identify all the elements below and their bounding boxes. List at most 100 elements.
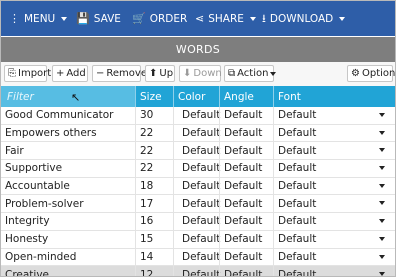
order-button[interactable]: 🛒 ORDER bbox=[132, 1, 187, 36]
angle-cell[interactable]: Default bbox=[219, 177, 273, 195]
size-cell[interactable]: 17 bbox=[135, 195, 173, 213]
color-cell[interactable]: Default bbox=[173, 266, 221, 277]
dropdown-arrow-icon[interactable] bbox=[379, 201, 385, 206]
table-row[interactable]: Supportive 22 Default Default Default bbox=[1, 160, 395, 178]
color-cell-value: Default bbox=[182, 109, 221, 122]
table-row[interactable]: Accountable 18 Default Default Default bbox=[1, 177, 395, 196]
words-toolbar: ⎘ Import + Add − Remove ⬆ Up ⬇ Down ⧉ Ac… bbox=[1, 62, 395, 87]
dropdown-arrow-icon[interactable] bbox=[379, 254, 385, 259]
word-cell[interactable]: Open-minded bbox=[1, 249, 135, 266]
menu-button[interactable]: ⋮ MENU bbox=[9, 1, 68, 36]
size-cell[interactable]: 22 bbox=[135, 142, 173, 160]
table-row[interactable]: Fair 22 Default Default Default bbox=[1, 142, 395, 161]
table-row[interactable]: Creative 12 Default Default Default bbox=[1, 266, 395, 277]
angle-cell[interactable]: Default bbox=[219, 195, 273, 213]
column-header-font[interactable]: Font bbox=[273, 86, 395, 107]
dropdown-arrow-icon[interactable] bbox=[379, 183, 385, 188]
word-cell[interactable]: Creative bbox=[1, 266, 135, 277]
filter-input[interactable]: Filter bbox=[1, 86, 135, 107]
font-select[interactable]: Default bbox=[273, 213, 395, 230]
size-cell[interactable]: 15 bbox=[135, 230, 173, 248]
font-select-value: Default bbox=[278, 268, 317, 277]
menu-label: MENU bbox=[24, 12, 56, 25]
table-row[interactable]: Integrity 16 Default Default Default bbox=[1, 213, 395, 231]
angle-cell[interactable]: Default bbox=[219, 107, 273, 124]
angle-cell[interactable]: Default bbox=[219, 230, 273, 248]
word-cell[interactable]: Fair bbox=[1, 142, 135, 159]
dropdown-arrow-icon[interactable] bbox=[379, 236, 385, 241]
color-cell[interactable]: Default bbox=[173, 160, 221, 177]
angle-cell[interactable]: Default bbox=[219, 160, 273, 177]
color-cell[interactable]: Default bbox=[173, 142, 220, 160]
down-label: Down bbox=[193, 68, 222, 79]
word-cell-value: Creative bbox=[5, 268, 50, 277]
angle-cell[interactable]: Default bbox=[219, 124, 273, 142]
word-cell-value: Integrity bbox=[5, 215, 50, 228]
dropdown-arrow-icon[interactable] bbox=[379, 166, 385, 171]
dropdown-arrow-icon[interactable] bbox=[379, 272, 385, 276]
color-cell-value: Default bbox=[182, 268, 221, 277]
dropdown-arrow-icon[interactable] bbox=[379, 113, 385, 117]
remove-button[interactable]: − Remove bbox=[92, 65, 147, 82]
action-dropdown-button[interactable]: ⧉ Action bbox=[224, 65, 277, 82]
share-button[interactable]: ⋖ SHARE bbox=[195, 1, 256, 36]
column-header-angle[interactable]: Angle bbox=[219, 86, 273, 107]
color-cell[interactable]: Default bbox=[173, 248, 220, 266]
color-cell[interactable]: Default bbox=[173, 107, 221, 124]
table-row[interactable]: Problem-solver 17 Default Default Default bbox=[1, 195, 395, 214]
size-cell[interactable]: 18 bbox=[135, 177, 173, 195]
word-cell-value: Good Communicator bbox=[5, 109, 114, 122]
move-up-button[interactable]: ⬆ Up bbox=[145, 65, 175, 82]
options-button[interactable]: ⚙ Options bbox=[347, 65, 395, 82]
font-select[interactable]: Default bbox=[273, 266, 395, 277]
font-select[interactable]: Default bbox=[273, 230, 395, 248]
dropdown-arrow-icon[interactable] bbox=[379, 219, 385, 224]
font-select[interactable]: Default bbox=[273, 248, 395, 266]
angle-cell[interactable]: Default bbox=[219, 248, 273, 266]
color-cell[interactable]: Default bbox=[173, 213, 220, 230]
color-cell[interactable]: Default bbox=[173, 177, 220, 195]
color-cell[interactable]: Default bbox=[173, 195, 220, 213]
angle-cell[interactable]: Default bbox=[219, 142, 273, 160]
word-cell[interactable]: Supportive bbox=[1, 160, 135, 177]
size-cell[interactable]: 14 bbox=[135, 248, 173, 266]
angle-cell[interactable]: Default bbox=[219, 213, 273, 230]
word-cell[interactable]: Accountable bbox=[1, 178, 135, 195]
table-row[interactable]: Honesty 15 Default Default Default bbox=[1, 230, 395, 249]
font-select[interactable]: Default bbox=[273, 160, 395, 177]
size-cell[interactable]: 12 bbox=[135, 266, 173, 276]
floppy-disk-icon: 💾 bbox=[76, 12, 90, 25]
size-cell[interactable]: 30 bbox=[135, 107, 173, 124]
column-header-size[interactable]: Size bbox=[135, 86, 173, 107]
color-cell-value: Default bbox=[182, 162, 221, 175]
font-select[interactable]: Default bbox=[273, 177, 395, 195]
dropdown-arrow-icon[interactable] bbox=[379, 148, 385, 153]
import-button[interactable]: ⎘ Import bbox=[4, 65, 51, 82]
font-select[interactable]: Default bbox=[273, 195, 395, 213]
word-cell[interactable]: Empowers others bbox=[1, 125, 135, 142]
download-button[interactable]: ⭳ DOWNLOAD bbox=[262, 1, 346, 36]
table-row[interactable]: Open-minded 14 Default Default Default bbox=[1, 248, 395, 267]
word-cell[interactable]: Problem-solver bbox=[1, 195, 135, 212]
size-cell[interactable]: 16 bbox=[135, 213, 173, 230]
font-select[interactable]: Default bbox=[273, 142, 395, 160]
dropdown-arrow-icon[interactable] bbox=[379, 130, 385, 135]
move-down-button[interactable]: ⬇ Down bbox=[179, 65, 222, 82]
save-button[interactable]: 💾 SAVE bbox=[76, 1, 121, 36]
table-row[interactable]: Empowers others 22 Default Default Default bbox=[1, 124, 395, 143]
angle-cell[interactable]: Default bbox=[219, 266, 273, 276]
font-select[interactable]: Default bbox=[273, 124, 395, 142]
size-cell[interactable]: 22 bbox=[135, 124, 173, 142]
size-cell[interactable]: 22 bbox=[135, 160, 173, 177]
font-select[interactable]: Default bbox=[273, 107, 395, 124]
color-cell[interactable]: Default bbox=[173, 124, 220, 142]
word-cell-value: Problem-solver bbox=[5, 197, 84, 210]
color-cell[interactable]: Default bbox=[173, 230, 220, 248]
word-cell[interactable]: Honesty bbox=[1, 231, 135, 248]
column-header-color[interactable]: Color bbox=[173, 86, 219, 107]
table-row[interactable]: Good Communicator 30 Default Default Default bbox=[1, 107, 395, 125]
word-cell[interactable]: Integrity bbox=[1, 213, 135, 230]
word-cell[interactable]: Good Communicator bbox=[1, 107, 135, 124]
add-button[interactable]: + Add bbox=[52, 65, 88, 82]
download-label: DOWNLOAD bbox=[269, 12, 334, 25]
